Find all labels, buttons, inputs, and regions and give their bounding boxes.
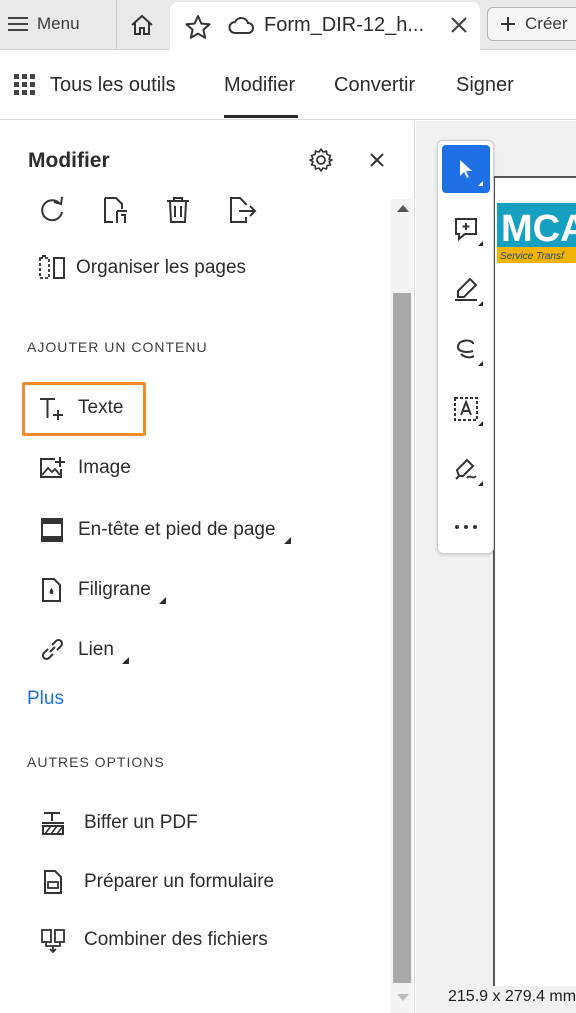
extract-page-icon[interactable]	[102, 195, 130, 225]
header-footer-label: En-tête et pied de page	[78, 518, 276, 540]
gear-icon[interactable]	[308, 147, 334, 173]
add-content-heading: AJOUTER UN CONTENU	[27, 339, 208, 355]
add-comment-icon	[455, 218, 477, 242]
tool-options-caret	[478, 181, 483, 186]
add-image-icon	[40, 457, 65, 478]
combine-files-icon	[41, 929, 65, 953]
tab-sign[interactable]: Signer	[456, 50, 514, 120]
add-text-button[interactable]: Texte	[38, 395, 123, 421]
rotate-icon[interactable]	[38, 195, 66, 225]
sign-tool-button[interactable]	[442, 445, 490, 493]
main-toolbar: Tous les outils Modifier Convertir Signe…	[0, 50, 576, 120]
prepare-form-icon	[44, 870, 62, 894]
draw-tool-button[interactable]	[442, 325, 490, 373]
freehand-draw-icon	[456, 339, 475, 359]
submenu-caret	[283, 537, 291, 544]
organize-pages-icon	[39, 255, 65, 279]
tool-options-caret	[478, 241, 483, 246]
other-options-heading: AUTRES OPTIONS	[27, 754, 165, 770]
more-link[interactable]: Plus	[27, 688, 64, 710]
add-text-label: Texte	[78, 397, 124, 418]
more-dots-icon	[455, 525, 477, 529]
document-tab-title: Form_DIR-12_h...	[264, 14, 425, 36]
link-label: Lien	[78, 638, 114, 660]
redact-pdf-label: Biffer un PDF	[84, 812, 198, 833]
scrollbar-thumb[interactable]	[393, 293, 411, 983]
active-tab-indicator	[224, 115, 298, 118]
scroll-down-arrow-icon[interactable]	[397, 994, 409, 1001]
home-button[interactable]	[116, 0, 166, 50]
combine-files-label: Combiner des fichiers	[84, 929, 268, 950]
page-size-label: 215.9 x 279.4 mm	[448, 988, 576, 1005]
tool-options-caret	[478, 481, 483, 486]
logo-text: MCA	[501, 208, 576, 250]
highlighter-icon	[455, 277, 478, 301]
modify-panel: Modifier Organiser les pages AJOUTER UN …	[0, 121, 415, 1013]
organize-pages-label: Organiser les pages	[76, 257, 247, 278]
organize-pages-button[interactable]: Organiser les pages	[38, 255, 246, 281]
watermark-label: Filigrane	[78, 578, 151, 600]
highlight-tool-button[interactable]	[442, 265, 490, 313]
watermark-button[interactable]: Filigrane	[38, 575, 166, 604]
text-box-tool-button[interactable]	[442, 385, 490, 433]
trash-icon[interactable]	[164, 195, 192, 225]
tab-convert[interactable]: Convertir	[334, 50, 415, 120]
document-tab[interactable]: Form_DIR-12_h...	[170, 2, 480, 50]
watermark-icon	[42, 577, 61, 602]
tool-options-caret	[478, 361, 483, 366]
panel-title: Modifier	[28, 149, 110, 172]
text-box-icon	[454, 397, 478, 421]
submenu-caret	[121, 657, 129, 664]
add-text-icon	[40, 398, 63, 420]
select-tool-button[interactable]	[442, 145, 490, 193]
header-footer-icon	[41, 517, 63, 542]
link-button[interactable]: Lien	[38, 635, 129, 664]
tool-options-caret	[478, 421, 483, 426]
prepare-form-label: Préparer un formulaire	[84, 871, 275, 892]
more-tools-button[interactable]	[442, 503, 490, 551]
submenu-caret	[158, 597, 166, 604]
page-actions-row	[38, 195, 268, 227]
close-panel-icon[interactable]	[368, 151, 386, 169]
hamburger-icon	[8, 17, 28, 31]
combine-files-button[interactable]: Combiner des fichiers	[40, 927, 268, 953]
export-page-icon[interactable]	[228, 195, 258, 225]
all-tools-label: Tous les outils	[50, 73, 176, 96]
browser-tab-bar: Menu Form_DIR-12_h... Créer	[0, 0, 576, 50]
all-tools-button[interactable]: Tous les outils	[14, 50, 176, 120]
add-image-label: Image	[78, 457, 131, 478]
add-image-button[interactable]: Image	[38, 455, 131, 481]
create-button[interactable]: Créer	[487, 7, 576, 41]
grid-icon	[14, 74, 35, 95]
scroll-up-arrow-icon[interactable]	[397, 205, 409, 212]
prepare-form-button[interactable]: Préparer un formulaire	[40, 869, 274, 895]
link-icon	[41, 638, 64, 660]
create-label: Créer	[525, 14, 568, 33]
redact-icon	[42, 812, 64, 835]
redact-pdf-button[interactable]: Biffer un PDF	[40, 810, 198, 836]
floating-tools	[437, 140, 494, 554]
page-top-border	[493, 176, 576, 178]
close-tab-icon[interactable]	[448, 14, 470, 36]
menu-button[interactable]: Menu	[8, 9, 80, 39]
tool-options-caret	[478, 301, 483, 306]
document-logo: MCA Service Transf	[497, 203, 576, 263]
home-icon	[130, 14, 153, 35]
cursor-arrow-icon	[460, 160, 472, 178]
header-footer-button[interactable]: En-tête et pied de page	[38, 515, 291, 544]
add-comment-button[interactable]	[442, 205, 490, 253]
pen-sign-icon	[455, 458, 477, 480]
plus-icon	[501, 17, 515, 31]
pdf-page[interactable]	[493, 176, 576, 986]
tab-modify[interactable]: Modifier	[224, 50, 295, 120]
logo-subtext: Service Transf	[500, 251, 565, 262]
star-icon[interactable]	[184, 14, 212, 40]
menu-label: Menu	[37, 14, 80, 33]
cloud-icon	[228, 17, 254, 34]
